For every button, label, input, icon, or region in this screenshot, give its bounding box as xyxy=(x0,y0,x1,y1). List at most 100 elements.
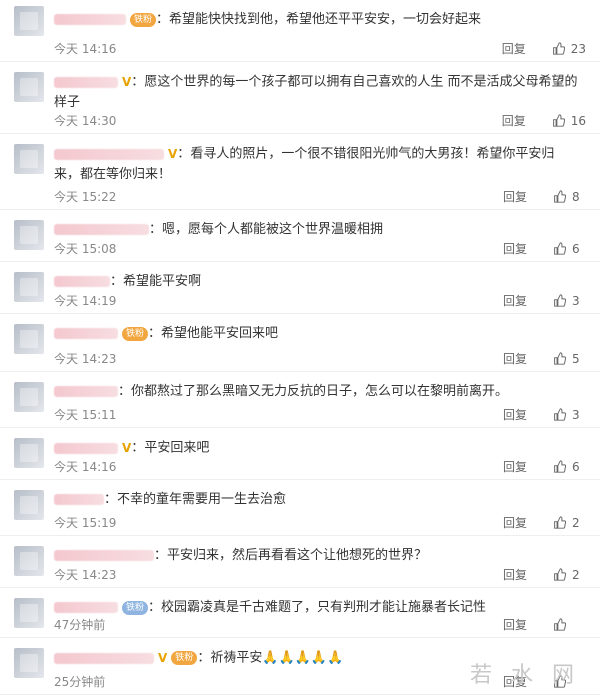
vip-badge-icon: V xyxy=(158,651,168,665)
username[interactable] xyxy=(54,442,118,454)
like-button[interactable]: 3 xyxy=(553,294,586,308)
comment-time: 25分钟前 xyxy=(54,675,106,689)
comment-item: 铁粉 ：校园霸凌真是千古难题了，只有判刑才能让施暴者长记性 47分钟前 回复 xyxy=(0,588,600,638)
name-separator: ： xyxy=(154,548,168,563)
comment-item: V：愿这个世界的每一个孩子都可以拥有自己喜欢的人生 而不是活成父母希望的样子 今天… xyxy=(0,62,600,134)
name-separator: ： xyxy=(149,222,163,237)
like-button[interactable]: 2 xyxy=(553,568,586,582)
comment-actions: 回复 2 xyxy=(503,514,586,531)
like-button[interactable]: 5 xyxy=(553,352,586,366)
avatar[interactable] xyxy=(14,324,44,354)
thumbs-up-icon xyxy=(554,460,566,473)
comment-content: ：不幸的童年需要用一生去治愈 xyxy=(54,490,580,510)
avatar[interactable] xyxy=(14,144,44,174)
avatar[interactable] xyxy=(14,72,44,102)
comment-text: 祈祷平安🙏🙏🙏🙏🙏 xyxy=(210,650,344,666)
avatar[interactable] xyxy=(14,438,44,468)
comment-content: ：你都熬过了那么黑暗又无力反抗的日子，怎么可以在黎明前离开。 xyxy=(54,382,580,402)
like-button[interactable]: 3 xyxy=(553,408,586,422)
like-button[interactable]: 23 xyxy=(552,42,586,56)
comment-text: 你都熬过了那么黑暗又无力反抗的日子，怎么可以在黎明前离开。 xyxy=(131,384,509,399)
username[interactable] xyxy=(54,652,154,664)
comment-text: 校园霸凌真是千古难题了，只有判刑才能让施暴者长记性 xyxy=(161,600,487,615)
like-count: 8 xyxy=(572,189,580,204)
name-separator: ： xyxy=(110,274,124,289)
reply-button[interactable]: 回复 xyxy=(503,566,527,583)
name-separator: ： xyxy=(131,74,145,90)
comment-actions: 回复 5 xyxy=(503,350,586,367)
like-count: 6 xyxy=(572,241,580,256)
reply-button[interactable]: 回复 xyxy=(503,514,527,531)
avatar[interactable] xyxy=(14,382,44,412)
username[interactable] xyxy=(54,276,110,287)
username[interactable] xyxy=(54,148,164,160)
username[interactable] xyxy=(54,76,118,88)
username[interactable] xyxy=(54,602,118,613)
name-separator: ： xyxy=(156,12,170,27)
comment-actions: 回复 3 xyxy=(503,292,586,309)
fan-badge: 铁粉 xyxy=(122,600,149,615)
like-count: 5 xyxy=(572,351,580,366)
avatar[interactable] xyxy=(14,598,44,628)
username[interactable] xyxy=(54,328,118,339)
like-button[interactable]: 2 xyxy=(553,516,586,530)
comment-actions: 回复 6 xyxy=(503,458,586,475)
reply-button[interactable]: 回复 xyxy=(502,112,526,129)
comment-time: 今天 15:08 xyxy=(54,242,117,256)
name-separator: ： xyxy=(131,440,145,456)
comment-actions: 回复 23 xyxy=(502,40,586,57)
reply-button[interactable]: 回复 xyxy=(503,292,527,309)
comment-item: V：平安回来吧 今天 14:16 回复 6 xyxy=(0,428,600,480)
username[interactable] xyxy=(54,386,118,397)
like-button[interactable] xyxy=(553,618,586,631)
reply-button[interactable]: 回复 xyxy=(503,406,527,423)
reply-button[interactable]: 回复 xyxy=(503,188,527,205)
like-button[interactable]: 6 xyxy=(553,460,586,474)
avatar[interactable] xyxy=(14,6,44,36)
comment-content: 铁粉 ：希望他能平安回来吧 xyxy=(54,324,580,344)
reply-button[interactable]: 回复 xyxy=(503,350,527,367)
comment-item: 铁粉 ：希望能快快找到他，希望他还平平安安，一切会好起来 今天 14:16 回复 23 xyxy=(0,0,600,62)
reply-button[interactable]: 回复 xyxy=(503,458,527,475)
site-watermark: 若 水 网 xyxy=(470,663,580,688)
comment-item: V：看寻人的照片，一个很不错很阳光帅气的大男孩！希望你平安归来，都在等你归来！ 今… xyxy=(0,134,600,210)
like-button[interactable]: 6 xyxy=(553,242,586,256)
comment-actions: 回复 3 xyxy=(503,406,586,423)
avatar[interactable] xyxy=(14,490,44,520)
like-count: 3 xyxy=(572,293,580,308)
avatar[interactable] xyxy=(14,546,44,576)
fan-badge: 铁粉 xyxy=(171,651,198,665)
reply-button[interactable]: 回复 xyxy=(503,616,527,633)
comment-text: 平安回来吧 xyxy=(144,440,210,456)
reply-button[interactable]: 回复 xyxy=(502,40,526,57)
comment-item: 铁粉 ：希望他能平安回来吧今天 14:23 回复 5 xyxy=(0,314,600,372)
comment-content: 铁粉 ：希望能快快找到他，希望他还平平安安，一切会好起来 xyxy=(54,10,580,30)
username[interactable] xyxy=(54,14,126,25)
comment-time: 今天 14:30 xyxy=(54,114,117,128)
comment-time: 今天 14:23 xyxy=(54,352,117,366)
username[interactable] xyxy=(54,224,149,235)
avatar[interactable] xyxy=(14,648,44,678)
username[interactable] xyxy=(54,550,154,561)
comment-item: ：嗯，愿每个人都能被这个世界温暖相拥 今天 15:08 回复 6 xyxy=(0,210,600,262)
comment-text: 希望能平安啊 xyxy=(123,274,202,289)
avatar[interactable] xyxy=(14,220,44,250)
comment-time: 今天 14:23 xyxy=(54,568,117,582)
like-button[interactable]: 8 xyxy=(553,190,586,204)
comment-item: ：不幸的童年需要用一生去治愈 今天 15:19 回复 2 xyxy=(0,480,600,536)
name-separator: ： xyxy=(148,600,162,615)
comment-content: V：愿这个世界的每一个孩子都可以拥有自己喜欢的人生 而不是活成父母希望的样子 xyxy=(54,72,580,113)
comment-content: V：看寻人的照片，一个很不错很阳光帅气的大男孩！希望你平安归来，都在等你归来！ xyxy=(54,144,580,185)
thumbs-up-icon xyxy=(552,114,565,127)
vip-badge-icon: V xyxy=(168,147,178,161)
thumbs-up-icon xyxy=(554,190,566,203)
comment-content: ：平安归来，然后再看看这个让他想死的世界？ xyxy=(54,546,580,566)
name-separator: ： xyxy=(197,650,211,666)
avatar[interactable] xyxy=(14,272,44,302)
comment-item: ：平安归来，然后再看看这个让他想死的世界？ 今天 14:23 回复 2 xyxy=(0,536,600,588)
comment-text: 平安归来，然后再看看这个让他想死的世界？ xyxy=(167,548,428,563)
thumbs-up-icon xyxy=(554,408,566,421)
username[interactable] xyxy=(54,494,104,505)
like-button[interactable]: 16 xyxy=(552,114,586,128)
reply-button[interactable]: 回复 xyxy=(503,240,527,257)
